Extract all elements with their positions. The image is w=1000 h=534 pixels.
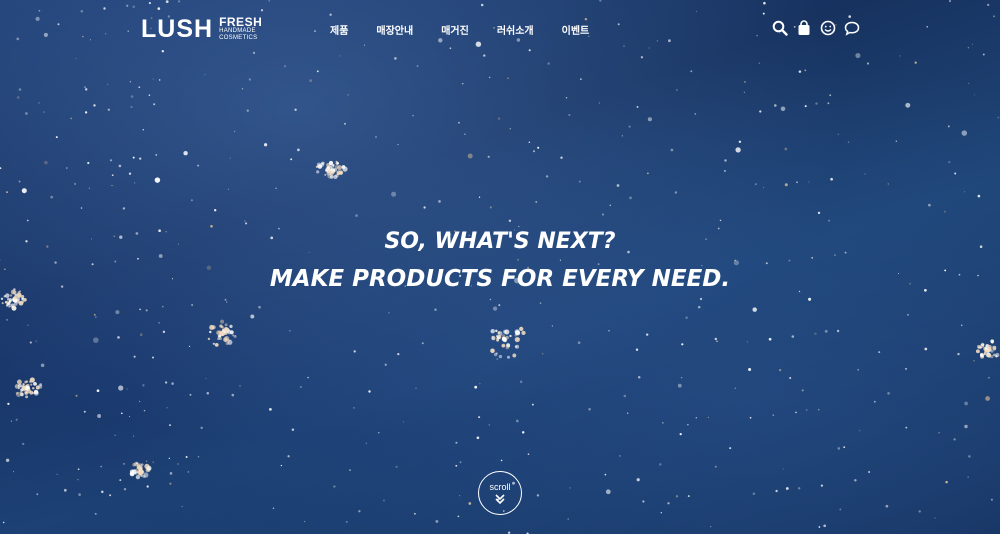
double-chevron-down-icon	[495, 493, 505, 504]
logo-fresh: FRESH	[219, 14, 263, 29]
menu-item-magazine[interactable]: 매거진	[441, 22, 469, 37]
hero-headline: SO, WHAT'S NEXT? MAKE PRODUCTS FOR EVERY…	[0, 225, 1000, 299]
logo-tagline: FRESH HANDMADE COSMETICS	[219, 14, 263, 42]
shopping-bag-icon[interactable]	[796, 20, 812, 36]
logo-cosmetics: COSMETICS	[219, 34, 258, 41]
menu-item-stores[interactable]: 매장안내	[376, 22, 413, 37]
scroll-down-button[interactable]: scroll	[478, 471, 522, 515]
hero-section: LUSH FRESH HANDMADE COSMETICS 제품 매장안내 매거…	[0, 0, 1000, 534]
chat-bubble-icon[interactable]	[844, 20, 860, 36]
menu-item-events[interactable]: 이벤트	[562, 22, 590, 37]
headline-line-2: MAKE PRODUCTS FOR EVERY NEED.	[269, 266, 731, 292]
headline-line-1: SO, WHAT'S NEXT?	[384, 229, 616, 254]
main-menu: 제품 매장안내 매거진 러쉬소개 이벤트	[330, 22, 617, 37]
menu-item-about[interactable]: 러쉬소개	[497, 22, 534, 37]
lush-logo[interactable]: LUSH FRESH HANDMADE COSMETICS	[141, 14, 263, 43]
search-icon[interactable]	[772, 20, 788, 36]
scroll-label: scroll	[489, 481, 511, 492]
logo-wordmark: LUSH	[141, 15, 214, 43]
logo-handmade: HANDMADE	[219, 27, 256, 34]
user-smiley-icon[interactable]	[820, 20, 836, 36]
menu-item-products[interactable]: 제품	[330, 22, 348, 37]
header-icons	[772, 20, 868, 36]
top-navigation: LUSH FRESH HANDMADE COSMETICS 제품 매장안내 매거…	[0, 0, 1000, 60]
